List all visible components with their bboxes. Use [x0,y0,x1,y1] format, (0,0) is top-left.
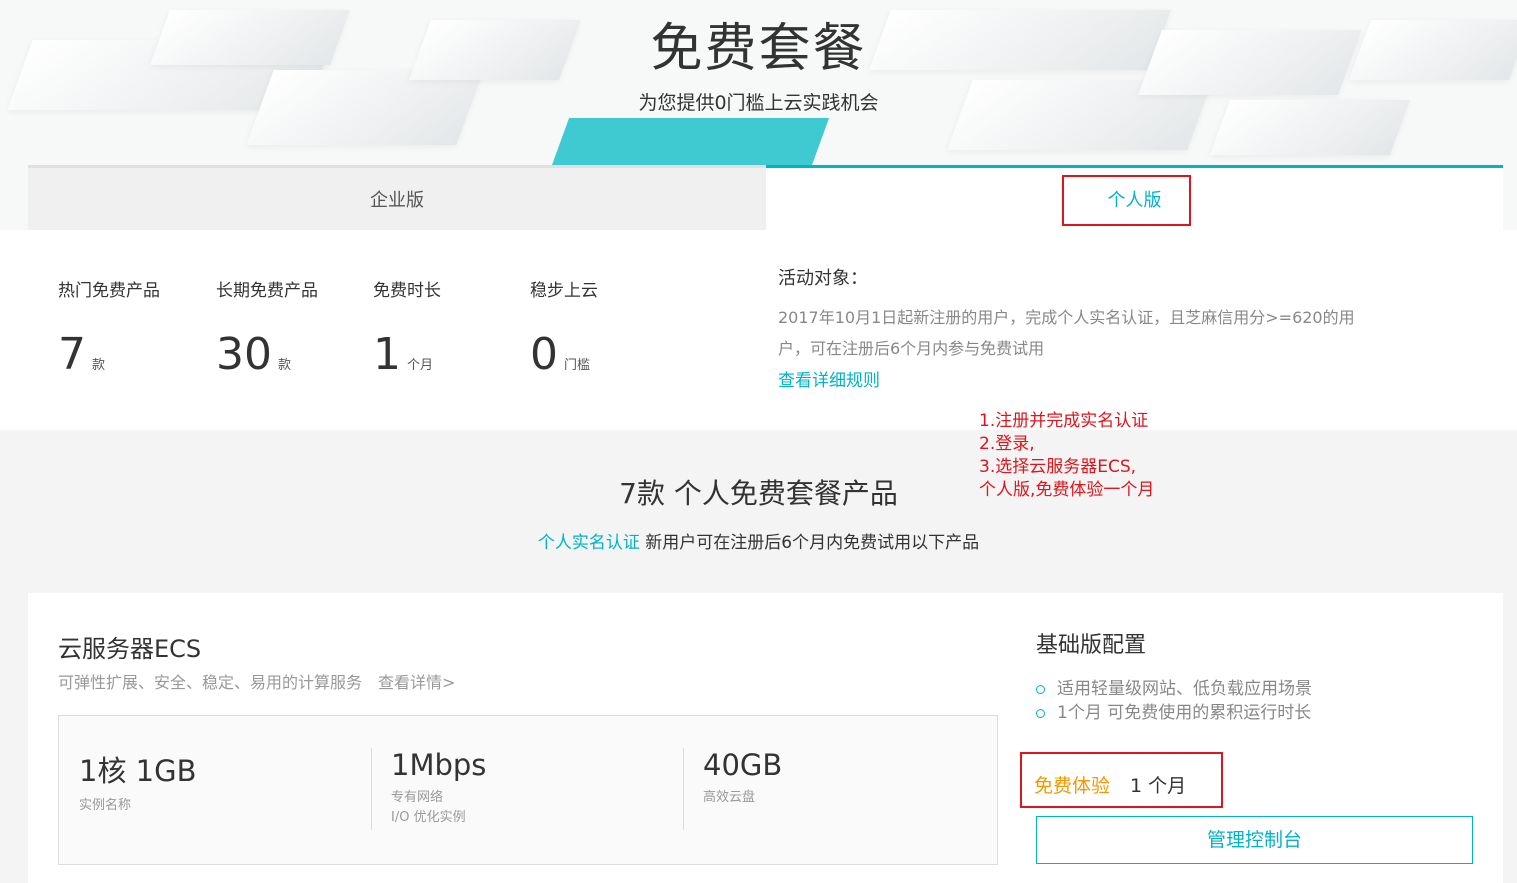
config-title: 基础版配置 [1036,633,1147,658]
stat-value: 0 [530,329,558,380]
circle-bullet-icon [1036,684,1045,694]
activity-title: 活动对象： [778,268,868,289]
spec-divider [683,748,684,830]
stat-value-row: 0 门槛 [530,329,598,380]
real-name-auth-link[interactable]: 个人实名认证 [538,533,640,553]
spec-value: 1核 1GB [79,754,197,788]
product-description-row: 可弹性扩展、安全、稳定、易用的计算服务 查看详情> [58,669,455,693]
stats-panel: 热门免费产品 7款 长期免费产品 30 款 免费时长 1 个月 稳步上云 0 门槛 活… [0,230,1517,430]
spec-instance: 1核 1GB 实例名称 [79,748,197,816]
page-subtitle: 为您提供0门槛上云实践机会 [638,92,879,114]
spec-divider [371,748,372,830]
stat-free-duration: 免费时长 1 个月 [373,276,441,380]
config-item: 1个月 可免费使用的累积运行时长 [1036,701,1312,725]
page-title: 免费套餐 [650,19,867,79]
product-card-ecs: 云服务器ECS 可弹性扩展、安全、稳定、易用的计算服务 查看详情> 1核 1GB … [28,593,1503,883]
highlight-box-personal-tab [1062,175,1191,226]
spec-label: 高效云盘 [703,790,756,805]
config-item-text: 适用轻量级网站、低负载应用场景 [1057,679,1312,699]
stat-unit: 款 [278,358,292,373]
stat-value: 30 [216,329,272,380]
stat-steady-cloud: 稳步上云 0 门槛 [530,276,598,380]
manage-console-button[interactable]: 管理控制台 [1036,816,1473,864]
config-item-text: 1个月 可免费使用的累积运行时长 [1057,703,1312,723]
stat-hot-free: 热门免费产品 7款 [58,276,160,380]
view-details-link[interactable]: 查看详情> [378,673,455,692]
spec-label-secondary: I/O 优化实例 [391,810,466,825]
stat-label: 免费时长 [373,281,441,301]
stat-label: 热门免费产品 [58,281,160,301]
spec-network: 1Mbps 专有网络 I/O 优化实例 [391,748,486,828]
spec-value: 1Mbps [391,748,487,782]
stat-unit: 款 [92,358,106,373]
stat-long-term-free: 长期免费产品 30 款 [216,276,318,380]
stat-label: 稳步上云 [530,281,598,301]
circle-bullet-icon [1036,708,1045,718]
stat-value-row: 7款 [58,329,160,380]
product-description: 可弹性扩展、安全、稳定、易用的计算服务 [58,673,363,692]
section-title: 7款 个人免费套餐产品 [619,477,898,510]
spec-disk: 40GB 高效云盘 [703,748,782,808]
spec-label: 实例名称 [79,798,132,813]
section-subtitle-text: 新用户可在注册后6个月内免费试用以下产品 [639,533,980,553]
tab-enterprise[interactable]: 企业版 [28,165,766,230]
spec-value: 40GB [703,748,783,782]
spec-label: 专有网络 [391,790,444,805]
section-subtitle: 个人实名认证 新用户可在注册后6个月内免费试用以下产品 [0,528,1517,553]
annotation-line: 2.登录, [979,434,1035,454]
detailed-rules-link[interactable]: 查看详细规则 [778,366,880,391]
stat-value: 7 [58,329,86,380]
activity-description: 2017年10月1日起新注册的用户，完成个人实名认证，且芝麻信用分>=620的用… [778,308,1355,358]
annotation-line: 1.注册并完成实名认证 [979,411,1149,431]
stat-label: 长期免费产品 [216,281,318,301]
product-name: 云服务器ECS [58,635,202,663]
spec-box: 1核 1GB 实例名称 1Mbps 专有网络 I/O 优化实例 40GB 高效云… [58,715,998,865]
stat-value-row: 30 款 [216,329,318,380]
decor-teal-block [550,118,830,168]
config-list: 适用轻量级网站、低负载应用场景 1个月 可免费使用的累积运行时长 [1036,677,1312,725]
stat-value: 1 [373,329,401,380]
highlight-box-free-trial [1020,752,1223,808]
stat-unit: 个月 [407,358,434,373]
config-item: 适用轻量级网站、低负载应用场景 [1036,677,1312,701]
stat-value-row: 1 个月 [373,329,441,380]
stat-unit: 门槛 [564,358,591,373]
